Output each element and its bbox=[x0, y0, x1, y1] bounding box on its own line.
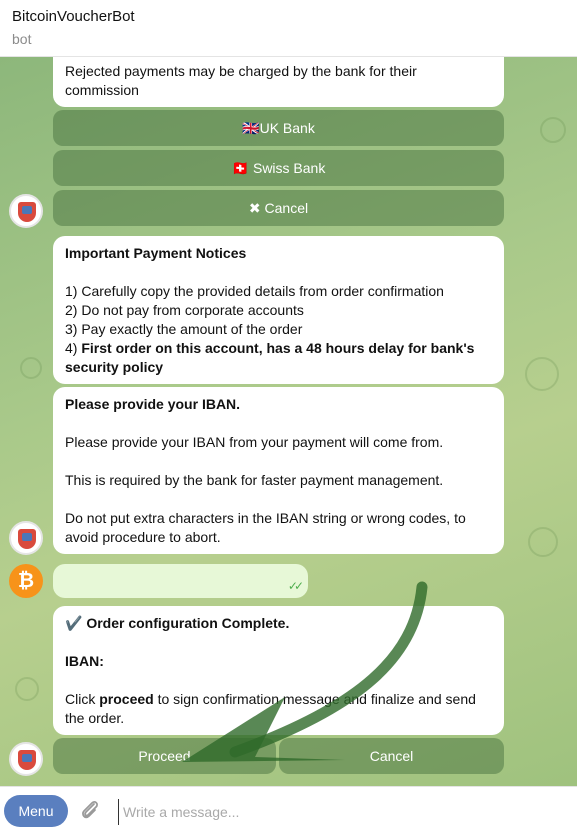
notice-item: 4) First order on this account, has a 48… bbox=[65, 340, 475, 375]
iban-label: IBAN: bbox=[65, 653, 104, 669]
message-composer: Menu bbox=[0, 786, 577, 836]
message-rejected-payments: Rejected payments may be charged by the … bbox=[53, 57, 504, 107]
cancel-button[interactable]: ✖ Cancel bbox=[53, 190, 504, 226]
menu-button[interactable]: Menu bbox=[4, 795, 68, 827]
notice-bold-text: First order on this account, has a 48 ho… bbox=[65, 340, 475, 375]
proceed-button[interactable]: Proceed bbox=[53, 738, 276, 774]
bot-avatar-icon[interactable] bbox=[9, 194, 43, 228]
notice-item: 1) Carefully copy the provided details f… bbox=[65, 283, 444, 299]
double-check-icon: ✓✓ bbox=[287, 579, 304, 593]
background-doodle bbox=[525, 357, 559, 391]
iban-request-line: This is required by the bank for faster … bbox=[65, 472, 444, 488]
iban-request-title: Please provide your IBAN. bbox=[65, 396, 241, 412]
uk-bank-button[interactable]: 🇬🇧UK Bank bbox=[53, 110, 504, 146]
proceed-keyword: proceed bbox=[99, 691, 154, 707]
background-doodle bbox=[15, 677, 39, 701]
confirmation-title: ✔️ Order configuration Complete. bbox=[65, 615, 290, 631]
bot-avatar-icon[interactable] bbox=[9, 521, 43, 555]
confirmation-instructions: Click proceed to sign confirmation messa… bbox=[65, 691, 476, 726]
bot-avatar-icon[interactable] bbox=[9, 742, 43, 776]
bitcoin-avatar-icon[interactable]: ₿ bbox=[9, 564, 43, 598]
chat-header[interactable]: BitcoinVoucherBot bot bbox=[0, 0, 577, 57]
message-text: Rejected payments may be charged by the … bbox=[65, 63, 417, 98]
background-doodle bbox=[528, 527, 558, 557]
background-doodle bbox=[540, 117, 566, 143]
message-input[interactable] bbox=[118, 799, 565, 825]
user-reply-bubble: ✓✓ bbox=[53, 564, 308, 598]
message-order-confirmation: ✔️ Order configuration Complete. IBAN: C… bbox=[53, 606, 504, 735]
attach-icon[interactable] bbox=[80, 798, 100, 822]
chat-area[interactable]: Rejected payments may be charged by the … bbox=[0, 57, 577, 786]
notice-item: 3) Pay exactly the amount of the order bbox=[65, 321, 303, 337]
message-iban-request: Please provide your IBAN. Please provide… bbox=[53, 387, 504, 554]
chat-title: BitcoinVoucherBot bbox=[12, 8, 135, 25]
cancel-order-button[interactable]: Cancel bbox=[279, 738, 504, 774]
background-doodle bbox=[20, 357, 42, 379]
notice-item: 2) Do not pay from corporate accounts bbox=[65, 302, 304, 318]
chat-subtitle: bot bbox=[12, 31, 32, 47]
iban-request-line: Please provide your IBAN from your payme… bbox=[65, 434, 444, 450]
message-payment-notices: Important Payment Notices 1) Carefully c… bbox=[53, 236, 504, 384]
iban-request-line: Do not put extra characters in the IBAN … bbox=[65, 510, 466, 545]
swiss-bank-button[interactable]: 🇨🇭 Swiss Bank bbox=[53, 150, 504, 186]
notices-title: Important Payment Notices bbox=[65, 245, 247, 261]
